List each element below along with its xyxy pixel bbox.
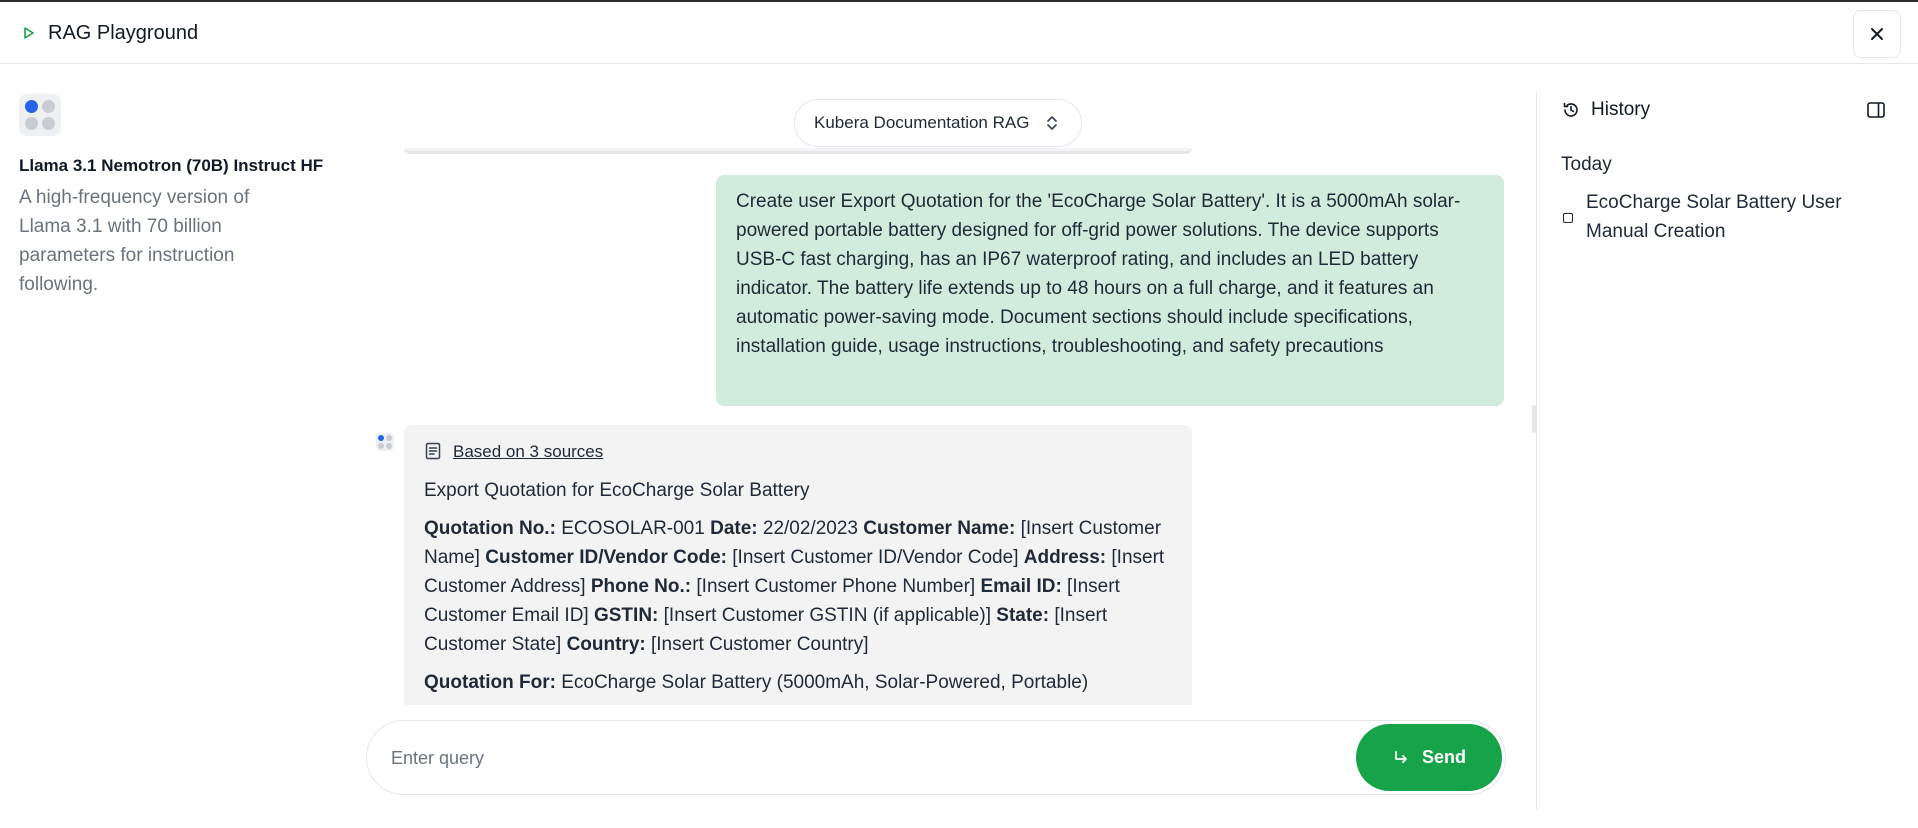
field-value: ECOSOLAR-001 bbox=[555, 518, 711, 539]
field-value: [Insert Customer GSTIN (if applicable)] bbox=[658, 605, 997, 626]
field-label: Quotation For: bbox=[424, 672, 556, 693]
panel-divider bbox=[1536, 92, 1537, 810]
quotation-fields: Quotation No.: ECOSOLAR-001 Date: 22/02/… bbox=[424, 514, 1172, 659]
field-label: Phone No.: bbox=[590, 576, 692, 597]
history-item-label: EcoCharge Solar Battery User Manual Crea… bbox=[1586, 192, 1842, 242]
close-icon bbox=[1871, 28, 1883, 40]
rag-source-selector[interactable]: Kubera Documentation RAG bbox=[794, 99, 1082, 147]
field-value: [Insert Customer Country] bbox=[645, 634, 869, 655]
history-group-today: Today bbox=[1561, 154, 1612, 175]
history-item-checkbox[interactable] bbox=[1563, 213, 1573, 223]
return-arrow-icon bbox=[1395, 750, 1407, 763]
field-label: State: bbox=[996, 605, 1050, 626]
resize-handle[interactable] bbox=[1532, 405, 1536, 433]
query-input[interactable] bbox=[391, 743, 1351, 773]
field-value: [Insert Customer Phone Number] bbox=[691, 576, 981, 597]
rag-source-selected: Kubera Documentation RAG bbox=[814, 113, 1030, 132]
send-button-label: Send bbox=[1421, 747, 1466, 767]
chevron-up-down-icon bbox=[1047, 116, 1057, 130]
previous-message-edge bbox=[404, 148, 1192, 154]
header-bar: RAG Playground bbox=[0, 2, 1918, 64]
field-label: Country: bbox=[566, 634, 646, 655]
field-label: Customer ID/Vendor Code: bbox=[485, 547, 727, 568]
model-description: A high-frequency version of Llama 3.1 wi… bbox=[19, 187, 250, 295]
field-label: GSTIN: bbox=[593, 605, 659, 626]
field-value: 22/02/2023 bbox=[757, 518, 864, 539]
model-name: Llama 3.1 Nemotron (70B) Instruct HF bbox=[19, 156, 324, 175]
history-icon bbox=[1563, 102, 1578, 117]
sources-link[interactable]: Based on 3 sources bbox=[453, 437, 603, 466]
field-label: Address: bbox=[1023, 547, 1107, 568]
field-label: Customer Name: bbox=[863, 518, 1016, 539]
sources-row: Based on 3 sources bbox=[424, 439, 1172, 463]
assistant-message: Based on 3 sources Export Quotation for … bbox=[404, 425, 1192, 705]
history-title: History bbox=[1591, 99, 1651, 120]
panel-toggle-icon[interactable] bbox=[1866, 100, 1886, 120]
quotation-for: Quotation For: EcoCharge Solar Battery (… bbox=[424, 668, 1172, 697]
send-button[interactable]: Send bbox=[1356, 724, 1502, 791]
history-item[interactable]: EcoCharge Solar Battery User Manual Crea… bbox=[1561, 188, 1881, 246]
field-label: Quotation No.: bbox=[424, 518, 556, 539]
assistant-heading: Export Quotation for EcoCharge Solar Bat… bbox=[424, 480, 810, 501]
query-box bbox=[366, 720, 1506, 795]
play-icon bbox=[24, 27, 34, 39]
field-value: [Insert Customer ID/Vendor Code] bbox=[727, 547, 1024, 568]
field-value: EcoCharge Solar Battery (5000mAh, Solar-… bbox=[555, 672, 1089, 693]
page-title: RAG Playground bbox=[48, 22, 199, 44]
field-label: Date: bbox=[710, 518, 758, 539]
document-icon bbox=[425, 442, 441, 460]
model-avatar bbox=[19, 94, 61, 136]
close-button[interactable] bbox=[1853, 10, 1901, 58]
assistant-avatar bbox=[376, 433, 394, 451]
field-label: Email ID: bbox=[980, 576, 1062, 597]
user-message: Create user Export Quotation for the 'Ec… bbox=[716, 175, 1504, 406]
